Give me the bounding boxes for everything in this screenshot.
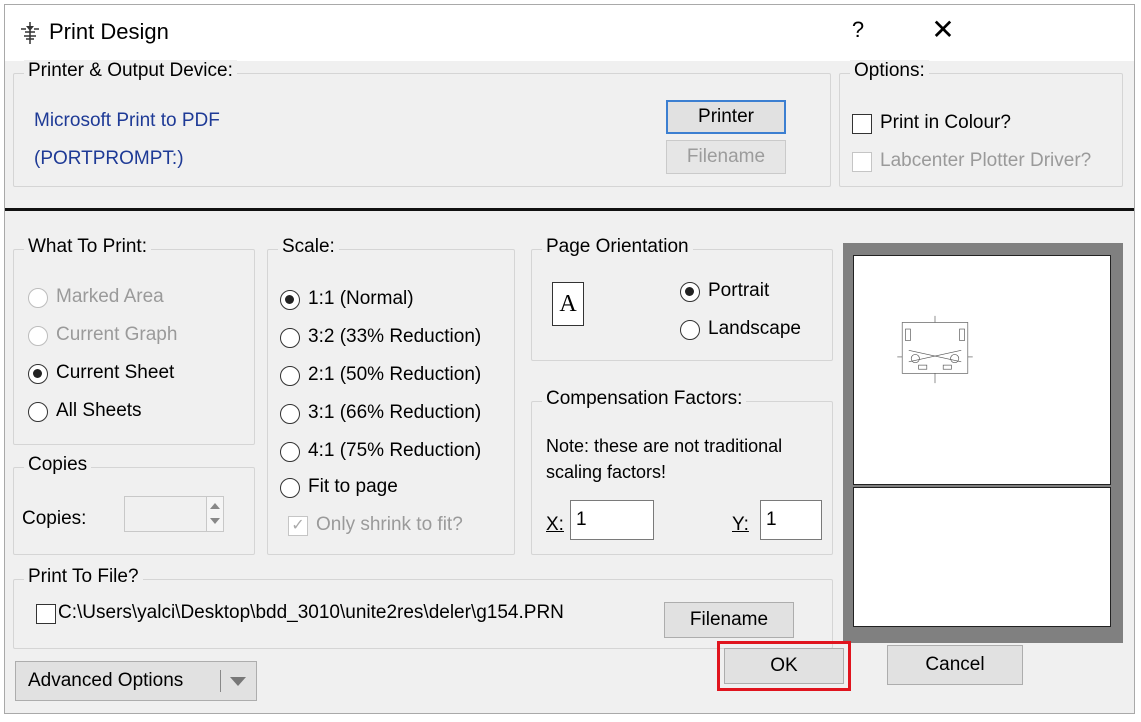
printer-button[interactable]: Printer	[666, 100, 786, 134]
ok-button[interactable]: OK	[724, 648, 844, 684]
compensation-note-1: Note: these are not traditional	[546, 436, 783, 456]
page-portrait-icon: A	[552, 282, 584, 326]
copies-group: Copies Copies:	[13, 454, 255, 555]
printer-device-name: Microsoft Print to PDF	[34, 110, 220, 131]
label-scale-4-1: 4:1 (75% Reduction)	[308, 440, 482, 461]
schematic-thumbnail	[897, 315, 973, 384]
radio-current-sheet[interactable]	[28, 364, 48, 384]
page-orientation-group: Page Orientation A Portrait Landscape	[531, 236, 833, 361]
label-all-sheets: All Sheets	[56, 400, 142, 421]
label-scale-2-1: 2:1 (50% Reduction)	[308, 364, 482, 385]
separator	[5, 208, 1134, 211]
plotter-driver-checkbox[interactable]	[852, 152, 872, 172]
scale-legend: Scale:	[278, 236, 339, 258]
cancel-button[interactable]: Cancel	[887, 645, 1023, 685]
preview-page-bottom	[853, 487, 1111, 627]
shrink-to-fit-label: Only shrink to fit?	[316, 514, 463, 535]
printer-filename-button[interactable]: Filename	[666, 140, 786, 174]
spin-up-icon[interactable]	[210, 503, 220, 509]
copies-input[interactable]	[124, 496, 208, 532]
compensation-legend: Compensation Factors:	[542, 388, 747, 410]
y-factor-input[interactable]: 1	[760, 500, 822, 540]
radio-portrait[interactable]	[680, 282, 700, 302]
app-icon	[21, 22, 39, 44]
print-to-file-path: C:\Users\yalci\Desktop\bdd_3010\unite2re…	[58, 602, 564, 623]
printer-output-group: Printer & Output Device: Microsoft Print…	[13, 60, 831, 187]
window-title: Print Design	[49, 19, 169, 44]
print-preview	[843, 243, 1123, 643]
page-glyph: A	[559, 291, 577, 317]
radio-current-graph[interactable]	[28, 326, 48, 346]
close-button[interactable]: ✕	[925, 13, 961, 47]
print-colour-checkbox[interactable]	[852, 114, 872, 134]
title-bar: Print Design ? ✕	[5, 5, 1134, 61]
label-scale-3-1: 3:1 (66% Reduction)	[308, 402, 482, 423]
label-scale-3-2: 3:2 (33% Reduction)	[308, 326, 482, 347]
page-orientation-legend: Page Orientation	[542, 236, 693, 258]
x-factor-label: X:	[546, 514, 564, 535]
spin-down-icon[interactable]	[210, 518, 220, 524]
radio-marked-area[interactable]	[28, 288, 48, 308]
radio-all-sheets[interactable]	[28, 402, 48, 422]
copies-label: Copies:	[22, 508, 87, 529]
copies-legend: Copies	[24, 454, 92, 476]
print-to-file-filename-button[interactable]: Filename	[664, 602, 794, 638]
compensation-note-2: scaling factors!	[546, 462, 667, 482]
radio-scale-3-1[interactable]	[280, 404, 300, 424]
print-to-file-legend: Print To File?	[24, 566, 143, 588]
print-colour-label: Print in Colour?	[880, 112, 1011, 133]
print-to-file-checkbox[interactable]	[36, 604, 56, 624]
ok-button-highlight: OK	[717, 641, 851, 691]
label-current-sheet: Current Sheet	[56, 362, 175, 383]
radio-scale-1-1[interactable]	[280, 290, 300, 310]
radio-scale-4-1[interactable]	[280, 442, 300, 462]
what-to-print-group: What To Print: Marked Area Current Graph…	[13, 236, 255, 445]
label-portrait: Portrait	[708, 280, 770, 301]
help-button[interactable]: ?	[843, 13, 873, 47]
what-to-print-legend: What To Print:	[24, 236, 151, 258]
label-fit-to-page: Fit to page	[308, 476, 398, 497]
options-legend: Options:	[850, 60, 929, 82]
y-factor-label: Y:	[732, 514, 749, 535]
scale-group: Scale: 1:1 (Normal) 3:2 (33% Reduction) …	[267, 236, 515, 555]
close-icon: ✕	[931, 14, 955, 45]
divider	[220, 670, 221, 692]
advanced-options-button[interactable]: Advanced Options	[15, 661, 257, 701]
dropdown-arrow-icon[interactable]	[230, 677, 246, 686]
advanced-options-label: Advanced Options	[28, 670, 184, 691]
label-landscape: Landscape	[708, 318, 801, 339]
radio-fit-to-page[interactable]	[280, 478, 300, 498]
print-design-dialog: Print Design ? ✕ Printer & Output Device…	[4, 4, 1135, 714]
radio-landscape[interactable]	[680, 320, 700, 340]
shrink-to-fit-checkbox[interactable]: ✓	[288, 516, 308, 536]
printer-output-legend: Printer & Output Device:	[24, 60, 237, 82]
radio-scale-2-1[interactable]	[280, 366, 300, 386]
preview-page-top	[853, 255, 1111, 485]
radio-scale-3-2[interactable]	[280, 328, 300, 348]
label-current-graph: Current Graph	[56, 324, 178, 345]
compensation-group: Compensation Factors: Note: these are no…	[531, 388, 833, 555]
options-group: Options: Print in Colour? Labcenter Plot…	[839, 60, 1123, 187]
x-factor-input[interactable]: 1	[570, 500, 654, 540]
copies-spinner[interactable]	[206, 496, 224, 532]
label-marked-area: Marked Area	[56, 286, 164, 307]
label-scale-1-1: 1:1 (Normal)	[308, 288, 414, 309]
printer-port: (PORTPROMPT:)	[34, 148, 184, 169]
print-to-file-group: Print To File? C:\Users\yalci\Desktop\bd…	[13, 566, 833, 649]
plotter-driver-label: Labcenter Plotter Driver?	[880, 150, 1092, 171]
